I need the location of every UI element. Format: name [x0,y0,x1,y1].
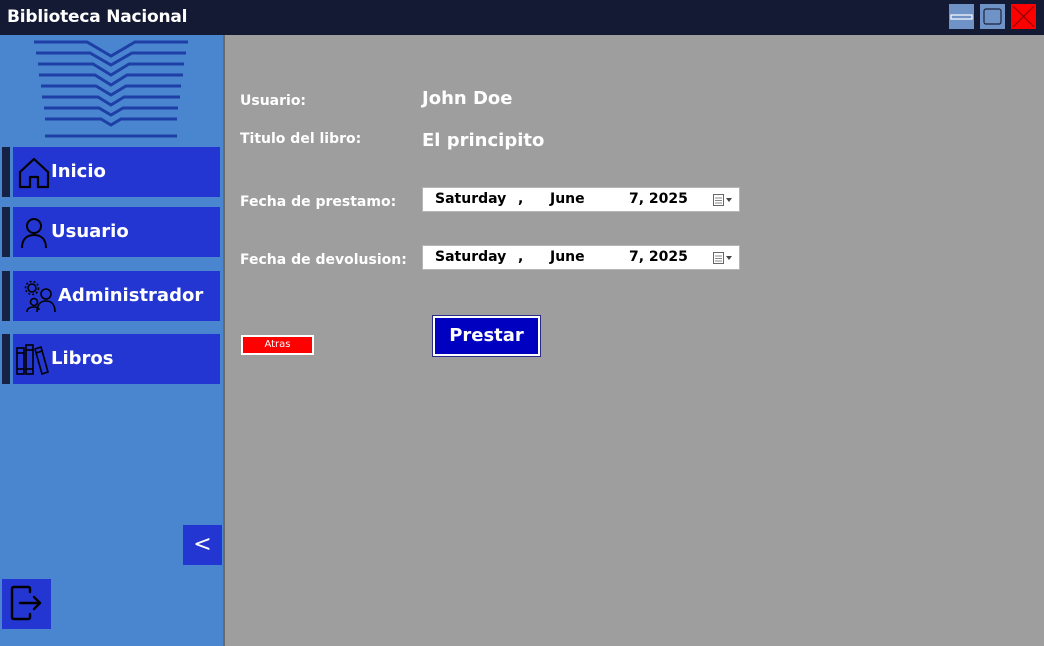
sidebar-item-inicio-button[interactable]: Inicio [13,147,220,197]
loan-date-separator: , [518,191,524,207]
close-button[interactable] [1011,4,1036,29]
sidebar-item-label: Libros [51,348,114,369]
sidebar-item-usuario[interactable]: Usuario [2,207,220,257]
library-logo-icon [34,40,188,138]
book-title-label: Titulo del libro: [240,131,362,147]
book-title-value: El principito [422,130,545,151]
user-value: John Doe [422,88,513,109]
home-icon [18,157,50,189]
back-button[interactable]: Atras [241,335,314,355]
sidebar: Inicio Usuario Administrador Libros < [0,35,223,646]
sidebar-item-marker [2,207,10,257]
calendar-dropdown-icon[interactable] [713,194,733,206]
sidebar-divider [223,35,225,646]
calendar-dropdown-icon[interactable] [713,252,733,264]
loan-date-label: Fecha de prestamo: [240,194,397,210]
logout-button[interactable] [2,579,51,629]
sidebar-item-label: Usuario [51,221,129,242]
loan-date-month: June [550,191,585,207]
sidebar-item-marker [2,147,10,197]
logout-icon [10,585,42,621]
window-title: Biblioteca Nacional [7,7,188,27]
close-icon [1012,5,1035,28]
lend-button[interactable]: Prestar [432,315,541,357]
collapse-sidebar-button[interactable]: < [183,525,222,565]
maximize-icon [983,8,1002,25]
sidebar-item-libros-button[interactable]: Libros [13,334,220,384]
return-date-month: June [550,249,585,265]
return-date-weekday: Saturday [435,249,507,265]
admin-users-icon [24,280,56,313]
sidebar-item-inicio[interactable]: Inicio [2,147,220,197]
user-icon [21,218,47,249]
sidebar-item-label: Inicio [51,161,106,182]
sidebar-item-administrador[interactable]: Administrador [2,271,220,321]
title-bar: Biblioteca Nacional [0,0,1044,35]
maximize-button[interactable] [980,4,1005,29]
return-date-day-year: 7, 2025 [629,249,688,265]
return-date-label: Fecha de devolusion: [240,252,407,268]
loan-date-day-year: 7, 2025 [629,191,688,207]
sidebar-item-usuario-button[interactable]: Usuario [13,207,220,257]
minimize-icon [950,14,973,20]
loan-date-weekday: Saturday [435,191,507,207]
sidebar-item-libros[interactable]: Libros [2,334,220,384]
user-label: Usuario: [240,93,307,109]
return-date-separator: , [518,249,524,265]
loan-date-picker[interactable]: Saturday , June 7, 2025 [422,187,740,212]
books-icon [16,344,49,376]
return-date-picker[interactable]: Saturday , June 7, 2025 [422,245,740,270]
sidebar-item-label: Administrador [58,285,204,306]
sidebar-item-marker [2,334,10,384]
sidebar-item-administrador-button[interactable]: Administrador [13,271,220,321]
minimize-button[interactable] [949,4,974,29]
sidebar-item-marker [2,271,10,321]
